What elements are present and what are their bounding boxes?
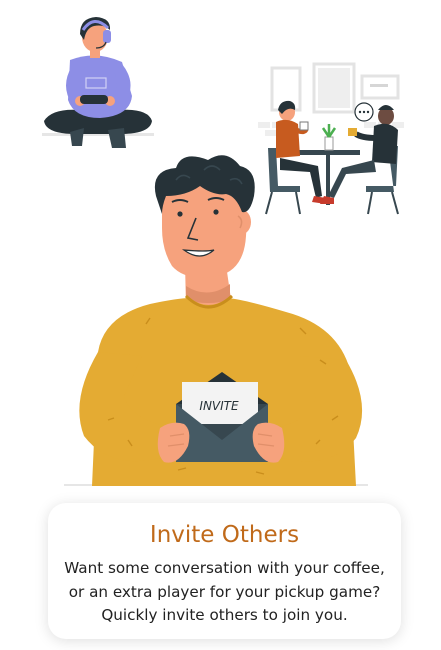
envelope-invite-text: INVITE xyxy=(199,399,239,413)
card-title: Invite Others xyxy=(149,522,300,548)
gamer-illustration xyxy=(42,17,154,148)
man-with-invite-illustration: INVITE xyxy=(64,155,368,486)
onboarding-illustration: INVITE xyxy=(42,17,404,486)
card-description: Want some conversation with your coffee,… xyxy=(64,559,385,624)
envelope-icon: INVITE xyxy=(176,372,268,462)
cafe-couple-illustration xyxy=(258,62,404,215)
info-card: Invite Others Want some conversation wit… xyxy=(48,503,401,639)
